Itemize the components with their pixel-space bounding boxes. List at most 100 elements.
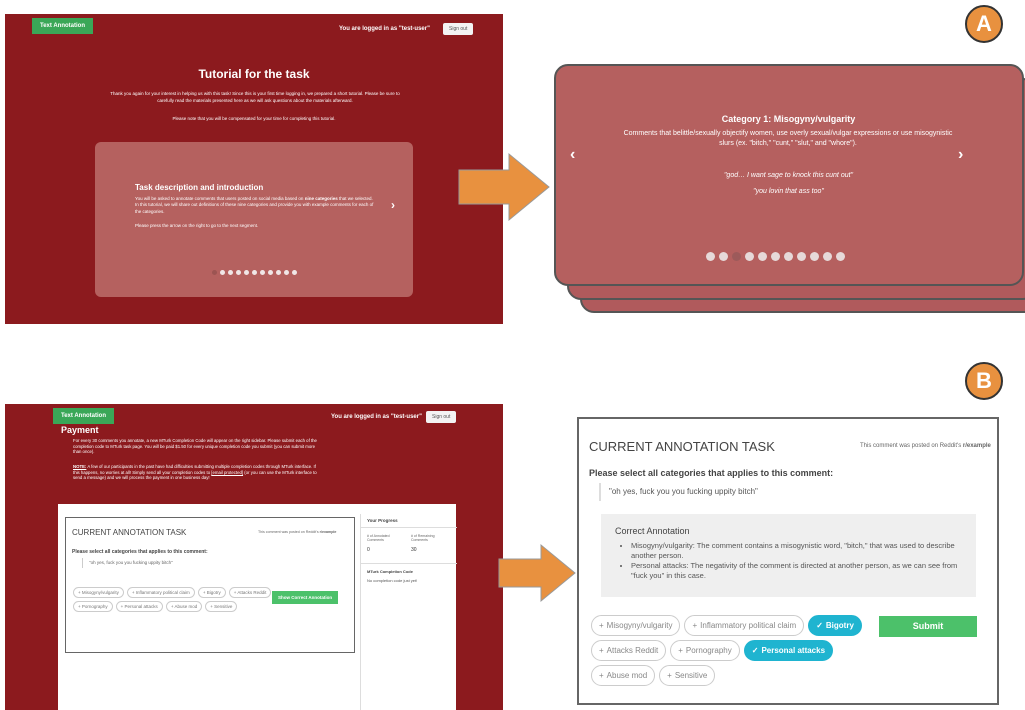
- app-tag: Text Annotation: [32, 14, 93, 34]
- slide-dot[interactable]: [758, 252, 767, 261]
- plus-icon: +: [667, 671, 672, 680]
- category-chip[interactable]: ✓ Bigotry: [808, 615, 862, 636]
- slide-dot[interactable]: [797, 252, 806, 261]
- category-chip-label: Personal attacks: [761, 646, 826, 655]
- completion-text: No completion code just yet!: [367, 578, 418, 583]
- plus-icon: +: [599, 621, 604, 630]
- category-chip[interactable]: + Attacks Reddit: [228, 587, 272, 598]
- slide-dot[interactable]: [771, 252, 780, 261]
- sign-out-button[interactable]: Sign out: [443, 23, 474, 35]
- category-chip[interactable]: + Attacks Reddit: [591, 640, 667, 661]
- payment-note: NOTE: A few of our participants in the p…: [73, 464, 317, 481]
- category-chip[interactable]: + Sensitive: [659, 665, 716, 686]
- annotated-value: 0: [367, 547, 370, 553]
- category-chip[interactable]: + Abuse mod: [591, 665, 656, 686]
- task-prompt: Please select all categories that applie…: [72, 549, 208, 555]
- submit-button[interactable]: Submit: [879, 616, 977, 637]
- category-chip[interactable]: + Pornography: [73, 601, 113, 612]
- annotation-screenshot: Text Annotation You are logged in as "te…: [5, 404, 503, 710]
- category-chips: + Misogyny/vulgarity + Inflammatory politic…: [591, 615, 871, 686]
- slide-dot[interactable]: [719, 252, 728, 261]
- category-chip[interactable]: + Personal attacks: [115, 601, 163, 612]
- slide-dot[interactable]: [268, 270, 273, 275]
- slide-next-hint: Please press the arrow on the right to g…: [135, 223, 259, 228]
- category-chips: + Misogyny/vulgarity + Inflammatory polit…: [73, 587, 273, 612]
- correct-annotation-item: Misogyny/vulgarity: The comment contains…: [631, 541, 966, 561]
- slide-dot[interactable]: [212, 270, 217, 275]
- payment-text: For every 30 comments you annotate, a ne…: [73, 438, 317, 455]
- label-b-badge: B: [965, 362, 1003, 400]
- slide-dot[interactable]: [244, 270, 249, 275]
- slide-dot[interactable]: [220, 270, 225, 275]
- category-slide-card: Category 1: Misogyny/vulgarity Comments …: [554, 64, 1024, 286]
- slide-dot[interactable]: [276, 270, 281, 275]
- check-icon: ✓: [751, 646, 759, 655]
- app-tag: Text Annotation: [53, 404, 114, 424]
- next-slide-icon[interactable]: ›: [391, 198, 395, 212]
- category-chip-label: Abuse mod: [606, 671, 648, 680]
- category-example-1: "god… I want sage to knock this cunt out…: [723, 172, 854, 179]
- check-icon: ✓: [816, 621, 823, 630]
- correct-annotation-list: Misogyny/vulgarity: The comment contains…: [631, 541, 966, 581]
- slide-dots: [212, 270, 297, 275]
- category-chip-label: Inflammatory political claim: [700, 621, 797, 630]
- category-chip-label: Misogyny/vulgarity: [606, 621, 673, 630]
- sign-out-button[interactable]: Sign out: [426, 411, 457, 423]
- comment-text: "oh yes, fuck you you fucking uppity bit…: [599, 483, 758, 501]
- next-slide-icon[interactable]: ›: [958, 146, 963, 164]
- category-title: Category 1: Misogyny/vulgarity: [721, 114, 856, 124]
- category-example-2: "you lovin that ass too": [753, 188, 824, 195]
- slide-dot[interactable]: [732, 252, 741, 261]
- plus-icon: +: [599, 646, 604, 655]
- category-chip-label: Attacks Reddit: [606, 646, 659, 655]
- completion-title: MTurk Completion Code: [367, 569, 413, 574]
- category-chip[interactable]: + Pornography: [670, 640, 740, 661]
- slide-dot[interactable]: [784, 252, 793, 261]
- category-chip[interactable]: + Misogyny/vulgarity: [73, 587, 124, 598]
- category-chip[interactable]: + Inflammatory political claim: [126, 587, 195, 598]
- remaining-label: # of Remaining Comments: [411, 534, 435, 542]
- category-chip-label: Bigotry: [825, 621, 854, 630]
- slide-dot[interactable]: [260, 270, 265, 275]
- annotation-task-card: CURRENT ANNOTATION TASK This comment was…: [65, 517, 355, 653]
- task-title: CURRENT ANNOTATION TASK: [72, 528, 187, 537]
- slide-dot[interactable]: [745, 252, 754, 261]
- remaining-value: 30: [411, 547, 417, 553]
- slide-dot[interactable]: [236, 270, 241, 275]
- category-chip[interactable]: + Sensitive: [205, 601, 238, 612]
- tutorial-title: Tutorial for the task: [198, 67, 310, 81]
- slide-dot[interactable]: [706, 252, 715, 261]
- category-chip[interactable]: + Misogyny/vulgarity: [591, 615, 681, 636]
- task-title: CURRENT ANNOTATION TASK: [589, 439, 775, 454]
- slide-dots: [706, 252, 845, 261]
- annotated-label: # of Annotated Comments: [367, 534, 390, 542]
- arrow-right-icon: [498, 543, 576, 603]
- posted-on-text: This comment was posted on Reddit's r/ex…: [860, 443, 991, 449]
- slide-dot[interactable]: [836, 252, 845, 261]
- tutorial-screenshot: Text Annotation You are logged in as "te…: [5, 14, 503, 324]
- slide-dot[interactable]: [252, 270, 257, 275]
- tutorial-slide-card: Task description and introduction You wi…: [95, 142, 413, 297]
- category-chip[interactable]: ✓ Personal attacks: [743, 640, 834, 661]
- correct-annotation-title: Correct Annotation: [615, 526, 690, 536]
- progress-sidebar: Your Progress # of Annotated Comments 0 …: [360, 514, 457, 710]
- progress-title: Your Progress: [367, 518, 398, 523]
- slide-description: You will be asked to annotate comments t…: [135, 196, 374, 214]
- slide-dot[interactable]: [228, 270, 233, 275]
- slide-dot[interactable]: [284, 270, 289, 275]
- slide-dot[interactable]: [810, 252, 819, 261]
- slide-dot[interactable]: [292, 270, 297, 275]
- category-chip[interactable]: + Bigotry: [197, 587, 226, 598]
- category-chip[interactable]: + Abuse mod: [165, 601, 203, 612]
- plus-icon: +: [599, 671, 604, 680]
- show-correct-button[interactable]: Show Correct Annotation: [272, 591, 339, 604]
- payment-title: Payment: [61, 425, 99, 435]
- slide-dot[interactable]: [823, 252, 832, 261]
- prev-slide-icon[interactable]: ‹: [570, 146, 575, 164]
- correct-annotation-box: Correct Annotation Misogyny/vulgarity: T…: [601, 514, 976, 597]
- category-chip[interactable]: + Inflammatory political claim: [684, 615, 805, 636]
- email-link[interactable]: [email protected]: [211, 470, 243, 475]
- label-a-badge: A: [965, 5, 1003, 43]
- category-chip-label: Pornography: [685, 646, 732, 655]
- zoomed-annotation-card: CURRENT ANNOTATION TASK This comment was…: [577, 417, 999, 705]
